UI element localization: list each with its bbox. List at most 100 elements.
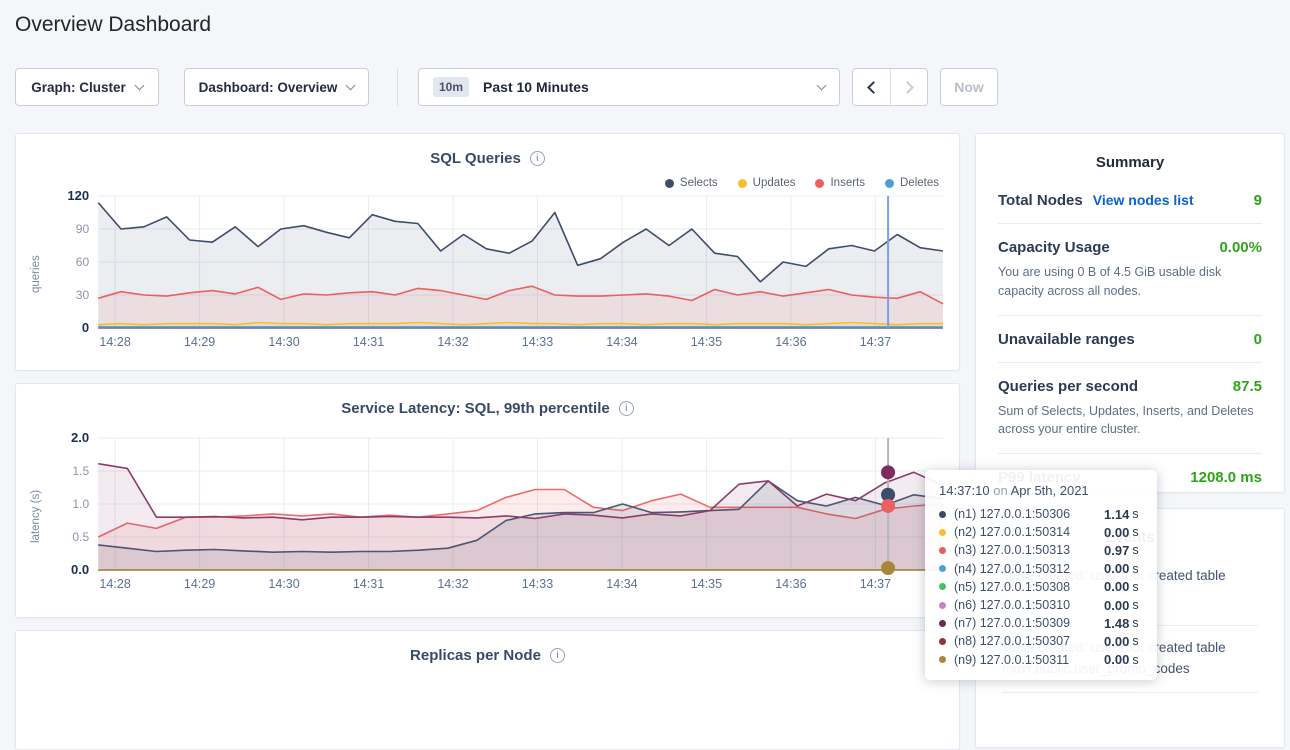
summary-panel: Summary Total Nodes View nodes list 9 Ca… (975, 133, 1285, 493)
chart-title-replicas-per-node: Replicas per Node (410, 647, 541, 664)
summary-label: Unavailable ranges (998, 331, 1135, 348)
svg-text:60: 60 (76, 255, 90, 269)
node-latency-value: 0.00 (1104, 525, 1129, 540)
tooltip-node-row: (n2) 127.0.0.1:503140.00s (939, 523, 1143, 541)
y-axis-label: latency (s) (30, 430, 46, 602)
node-address: (n9) 127.0.0.1:50311 (954, 653, 1104, 667)
summary-subtext: You are using 0 B of 4.5 GiB usable disk… (998, 263, 1262, 301)
node-latency-value: 0.00 (1104, 634, 1129, 649)
summary-value: 0.00% (1219, 239, 1262, 256)
chevron-down-icon (134, 80, 144, 90)
svg-text:14:33: 14:33 (522, 335, 553, 349)
dashboard-dropdown[interactable]: Dashboard: Overview (184, 68, 369, 106)
node-latency-unit: s (1132, 525, 1138, 539)
svg-text:14:31: 14:31 (353, 577, 384, 591)
legend-dot-icon (665, 179, 674, 188)
node-color-dot-icon (939, 583, 946, 590)
chevron-down-icon (817, 80, 827, 90)
svg-text:120: 120 (67, 188, 89, 203)
tooltip-header: 14:37:10 on Apr 5th, 2021 (939, 483, 1143, 498)
summary-row-capacity-usage: Capacity Usage 0.00% You are using 0 B o… (998, 223, 1262, 315)
tooltip-node-row: (n6) 127.0.0.1:503100.00s (939, 596, 1143, 614)
svg-text:14:28: 14:28 (99, 335, 130, 349)
tooltip-date: Apr 5th, 2021 (1011, 483, 1089, 498)
chevron-right-icon (901, 81, 914, 94)
node-latency-unit: s (1132, 507, 1138, 521)
summary-title: Summary (976, 134, 1284, 171)
chart-tooltip-rows: (n1) 127.0.0.1:503061.14s(n2) 127.0.0.1:… (939, 505, 1143, 669)
svg-text:14:33: 14:33 (522, 577, 553, 591)
node-latency-value: 0.00 (1104, 561, 1129, 576)
node-address: (n7) 127.0.0.1:50309 (954, 616, 1104, 630)
node-latency-value: 1.14 (1104, 507, 1129, 522)
page-title: Overview Dashboard (15, 13, 211, 37)
svg-text:14:32: 14:32 (437, 335, 468, 349)
summary-row-unavailable-ranges: Unavailable ranges 0 (998, 315, 1262, 362)
tooltip-node-row: (n7) 127.0.0.1:503091.48s (939, 614, 1143, 632)
tooltip-node-row: (n3) 127.0.0.1:503130.97s (939, 541, 1143, 559)
summary-value: 0 (1254, 331, 1262, 348)
service-latency-chart[interactable]: 14:2814:2914:3014:3114:3214:3314:3414:35… (46, 430, 949, 602)
summary-subtext: Sum of Selects, Updates, Inserts, and De… (998, 402, 1262, 440)
time-range-badge: 10m (433, 77, 469, 97)
info-icon[interactable] (619, 401, 634, 416)
node-address: (n6) 127.0.0.1:50310 (954, 598, 1104, 612)
summary-value: 1208.0 ms (1190, 469, 1262, 486)
legend-dot-icon (815, 179, 824, 188)
node-latency-value: 1.48 (1104, 616, 1129, 631)
time-range-dropdown[interactable]: 10m Past 10 Minutes (418, 68, 840, 106)
tooltip-node-row: (n9) 127.0.0.1:503110.00s (939, 651, 1143, 669)
tooltip-node-row: (n5) 127.0.0.1:503080.00s (939, 578, 1143, 596)
graph-dropdown[interactable]: Graph: Cluster (15, 68, 159, 106)
node-color-dot-icon (939, 620, 946, 627)
node-latency-unit: s (1132, 543, 1138, 557)
dashboard-dropdown-label: Dashboard: Overview (199, 80, 338, 95)
svg-text:1.5: 1.5 (72, 464, 89, 478)
svg-text:2.0: 2.0 (71, 430, 89, 445)
time-range-label: Past 10 Minutes (483, 79, 589, 95)
summary-label: Capacity Usage (998, 239, 1110, 256)
node-latency-value: 0.97 (1104, 543, 1129, 558)
svg-text:14:37: 14:37 (860, 335, 891, 349)
tooltip-on-word: on (993, 483, 1007, 498)
node-color-dot-icon (939, 529, 946, 536)
node-latency-unit: s (1132, 580, 1138, 594)
time-prev-button[interactable] (853, 69, 890, 105)
chart-title-service-latency: Service Latency: SQL, 99th percentile (341, 400, 609, 417)
tooltip-node-row: (n1) 127.0.0.1:503061.14s (939, 505, 1143, 523)
chart-hover-tooltip: 14:37:10 on Apr 5th, 2021 (n1) 127.0.0.1… (925, 470, 1157, 680)
svg-text:1.0: 1.0 (72, 497, 89, 511)
svg-text:14:31: 14:31 (353, 335, 384, 349)
info-icon[interactable] (530, 151, 545, 166)
node-latency-unit: s (1132, 562, 1138, 576)
sql-queries-chart-card: SQL Queries SelectsUpdatesInsertsDeletes… (15, 133, 960, 371)
node-color-dot-icon (939, 638, 946, 645)
service-latency-chart-card: Service Latency: SQL, 99th percentile la… (15, 383, 960, 618)
svg-text:14:35: 14:35 (691, 577, 722, 591)
node-latency-value: 0.00 (1104, 579, 1129, 594)
svg-text:14:35: 14:35 (691, 335, 722, 349)
node-color-dot-icon (939, 565, 946, 572)
legend-dot-icon (885, 179, 894, 188)
sql-queries-chart[interactable]: 14:2814:2914:3014:3114:3214:3314:3414:35… (46, 188, 949, 360)
now-button[interactable]: Now (940, 68, 998, 106)
node-color-dot-icon (939, 547, 946, 554)
info-icon[interactable] (550, 648, 565, 663)
time-next-button[interactable] (890, 69, 927, 105)
node-address: (n2) 127.0.0.1:50314 (954, 525, 1104, 539)
toolbar-divider (397, 68, 398, 106)
node-address: (n4) 127.0.0.1:50312 (954, 562, 1104, 576)
view-nodes-list-link[interactable]: View nodes list (1093, 192, 1194, 208)
summary-value: 87.5 (1233, 378, 1262, 395)
svg-text:14:32: 14:32 (437, 577, 468, 591)
tooltip-node-row: (n4) 127.0.0.1:503120.00s (939, 560, 1143, 578)
summary-label: Queries per second (998, 378, 1138, 395)
chart-title-sql-queries: SQL Queries (430, 150, 521, 167)
y-axis-label: queries (30, 188, 46, 360)
node-address: (n8) 127.0.0.1:50307 (954, 634, 1104, 648)
node-latency-value: 0.00 (1104, 598, 1129, 613)
svg-text:14:36: 14:36 (775, 577, 806, 591)
svg-text:14:28: 14:28 (99, 577, 130, 591)
tooltip-time: 14:37:10 (939, 483, 990, 498)
graph-dropdown-label: Graph: Cluster (31, 80, 126, 95)
